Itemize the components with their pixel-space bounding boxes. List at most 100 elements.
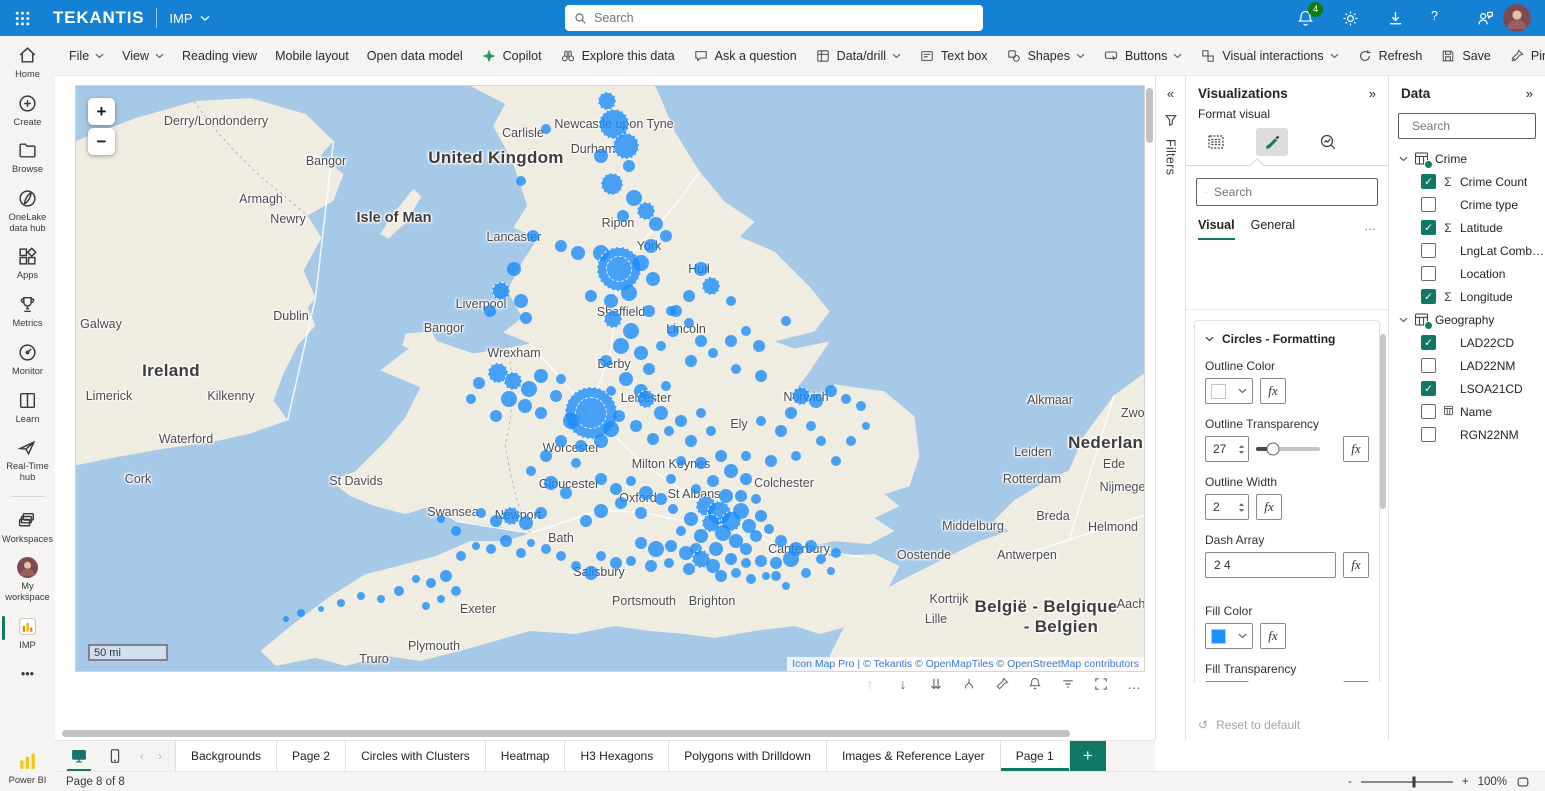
sidebar-item-imp[interactable]: IMP — [0, 616, 55, 651]
data-point-circle[interactable] — [770, 557, 782, 569]
sidebar-item-monitor[interactable]: Monitor — [0, 342, 55, 377]
data-point-circle[interactable] — [831, 456, 841, 466]
data-point-circle[interactable] — [649, 217, 663, 231]
data-point-circle[interactable] — [706, 426, 716, 436]
data-point-circle[interactable] — [357, 592, 365, 600]
data-point-circle[interactable] — [644, 239, 658, 253]
data-point-circle[interactable] — [492, 282, 510, 300]
field-lad22nm[interactable]: LAD22NM — [1389, 354, 1545, 377]
workspace-switcher[interactable]: IMP — [169, 11, 209, 26]
menu-item-mobile-layout[interactable]: Mobile layout — [266, 36, 358, 76]
data-point-circle[interactable] — [621, 285, 637, 301]
fill-color-picker[interactable] — [1205, 623, 1253, 649]
data-point-circle[interactable] — [297, 609, 305, 617]
outline-width-input[interactable]: 2 — [1205, 494, 1249, 520]
page-tab-page-2[interactable]: Page 2 — [277, 741, 346, 771]
data-point-circle[interactable] — [771, 571, 781, 581]
data-point-circle[interactable] — [623, 160, 635, 172]
data-point-circle[interactable] — [613, 338, 629, 354]
data-point-circle[interactable] — [656, 341, 666, 351]
data-point-circle[interactable] — [519, 516, 533, 530]
build-visual-tab[interactable] — [1200, 128, 1232, 156]
data-table-geography[interactable]: Geography — [1389, 308, 1545, 331]
help-button[interactable]: ? — [1431, 9, 1450, 28]
data-point-circle[interactable] — [440, 570, 452, 582]
data-point-circle[interactable] — [831, 548, 841, 558]
analytics-tab[interactable] — [1312, 128, 1344, 156]
menu-item-file[interactable]: File — [60, 36, 113, 76]
data-point-circle[interactable] — [660, 230, 672, 242]
data-point-circle[interactable] — [856, 401, 866, 411]
more-options-icon[interactable]: … — [1364, 219, 1376, 239]
data-point-circle[interactable] — [534, 369, 548, 383]
data-point-circle[interactable] — [473, 377, 485, 389]
sidebar-item-create[interactable]: Create — [0, 93, 55, 128]
tab-general[interactable]: General — [1251, 218, 1295, 240]
data-point-circle[interactable] — [746, 574, 756, 584]
map-visual[interactable]: Derry/LondonderryCarlisleNewcastle upon … — [75, 85, 1145, 672]
data-point-circle[interactable] — [571, 458, 581, 468]
data-point-circle[interactable] — [724, 464, 738, 478]
outline-transparency-input[interactable]: 27 — [1205, 436, 1249, 462]
data-point-circle[interactable] — [617, 210, 629, 222]
more-h-icon[interactable]: … — [1126, 676, 1142, 692]
data-point-circle[interactable] — [601, 173, 623, 195]
field-checkbox[interactable] — [1421, 197, 1436, 212]
data-point-circle[interactable] — [646, 272, 660, 286]
data-point-circle[interactable] — [648, 541, 664, 557]
sidebar-item-metrics[interactable]: Metrics — [0, 294, 55, 329]
format-visual-tab[interactable] — [1256, 128, 1288, 156]
search-input[interactable] — [594, 11, 974, 25]
data-point-circle[interactable] — [635, 537, 647, 549]
data-point-circle[interactable] — [451, 586, 461, 596]
menu-item-ask-a-question[interactable]: Ask a question — [684, 36, 806, 76]
data-point-circle[interactable] — [550, 390, 562, 402]
canvas-horizontal-scrollbar[interactable] — [62, 730, 1080, 737]
data-point-circle[interactable] — [731, 364, 741, 374]
page-tab-h3-hexagons[interactable]: H3 Hexagons — [565, 741, 669, 771]
data-point-circle[interactable] — [762, 572, 770, 580]
data-point-circle[interactable] — [755, 555, 767, 567]
data-point-circle[interactable] — [733, 503, 749, 519]
zoom-slider-thumb[interactable] — [1413, 776, 1416, 787]
data-point-circle[interactable] — [604, 294, 618, 308]
menu-item-shapes[interactable]: Shapes — [997, 36, 1094, 76]
data-table-crime[interactable]: Crime — [1389, 147, 1545, 170]
expand-tree-icon[interactable] — [961, 676, 977, 692]
zoom-out-button[interactable]: - — [1348, 776, 1352, 788]
data-point-circle[interactable] — [521, 381, 537, 397]
sidebar-item-browse[interactable]: Browse — [0, 140, 55, 175]
data-point-circle[interactable] — [634, 346, 648, 360]
zoom-in-button[interactable]: + — [88, 98, 115, 125]
data-point-circle[interactable] — [594, 504, 608, 518]
field-checkbox[interactable]: ✓ — [1421, 174, 1436, 189]
data-point-circle[interactable] — [725, 553, 737, 565]
data-point-circle[interactable] — [709, 542, 723, 556]
page-tab-page-1[interactable]: Page 1 — [1001, 741, 1070, 771]
prev-page-arrow[interactable]: ‹ — [139, 749, 145, 763]
sidebar-item-apps[interactable]: Apps — [0, 246, 55, 281]
data-point-circle[interactable] — [846, 436, 856, 446]
data-point-circle[interactable] — [726, 296, 736, 306]
data-point-circle[interactable] — [791, 451, 801, 461]
data-point-circle[interactable] — [504, 372, 522, 390]
data-point-circle[interactable] — [685, 355, 697, 367]
waffle-menu-icon[interactable] — [14, 10, 31, 27]
data-point-circle[interactable] — [466, 394, 476, 404]
data-point-circle[interactable] — [691, 484, 701, 494]
spinner-arrows-icon[interactable] — [1238, 501, 1245, 514]
field-lnglat-combin[interactable]: LngLat Combin... — [1389, 239, 1545, 262]
data-point-circle[interactable] — [507, 262, 521, 276]
data-point-circle[interactable] — [708, 348, 718, 358]
data-point-circle[interactable] — [707, 475, 719, 487]
data-point-circle[interactable] — [666, 474, 676, 484]
data-point-circle[interactable] — [514, 294, 528, 308]
data-point-circle[interactable] — [337, 599, 345, 607]
outline-transparency-slider[interactable] — [1256, 447, 1320, 451]
data-point-circle[interactable] — [535, 407, 547, 419]
field-longitude[interactable]: ✓ΣLongitude — [1389, 285, 1545, 308]
data-search-input[interactable] — [1412, 119, 1545, 133]
data-point-circle[interactable] — [451, 526, 461, 536]
data-point-circle[interactable] — [377, 595, 385, 603]
filters-pane-label[interactable]: Filters — [1164, 139, 1178, 175]
